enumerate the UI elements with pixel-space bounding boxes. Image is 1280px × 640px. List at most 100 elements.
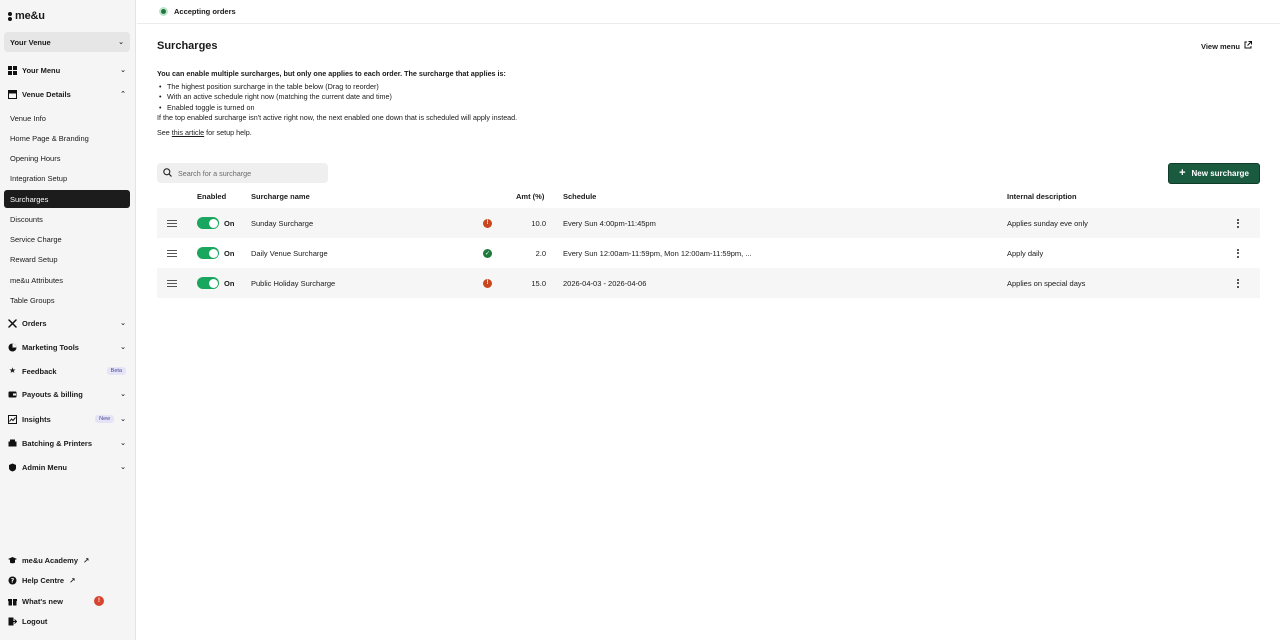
sidebar-item-label: Feedback <box>22 366 57 376</box>
drag-handle[interactable] <box>167 268 177 298</box>
wallet-icon <box>8 390 17 399</box>
info-see: See this article for setup help. <box>157 128 517 139</box>
brand-logo[interactable]: me&u <box>8 10 45 22</box>
trend-chart-icon <box>8 414 17 424</box>
drag-handle-icon <box>167 279 177 287</box>
table-row[interactable]: On Sunday Surcharge ! 10.0 Every Sun 4:0… <box>157 208 1260 238</box>
chevron-down-icon: ⌄ <box>118 39 124 46</box>
more-vertical-icon <box>1237 218 1239 228</box>
sidebar-item-label: Venue Details <box>22 89 71 99</box>
drag-handle[interactable] <box>167 208 177 238</box>
search-box[interactable] <box>157 163 328 183</box>
chevron-down-icon: ⌄ <box>120 391 126 398</box>
sidebar-item-discounts[interactable]: Discounts <box>4 210 130 228</box>
notification-badge: ! <box>93 596 104 606</box>
sidebar-item-label: Discounts <box>10 214 43 224</box>
sidebar-item-attributes[interactable]: me&u Attributes <box>4 271 130 289</box>
sidebar-item-feedback[interactable]: ★ Feedback Beta <box>4 362 130 380</box>
utensils-icon <box>8 318 17 328</box>
status-warning-icon: ! <box>483 268 492 298</box>
surcharge-amount: 15.0 <box>531 278 546 288</box>
sidebar-item-orders[interactable]: Orders ⌄ <box>4 314 130 332</box>
sidebar-item-reward-setup[interactable]: Reward Setup <box>4 250 130 268</box>
surcharge-description: Applies sunday eve only <box>1007 218 1088 228</box>
sidebar-item-label: Venue Info <box>10 113 46 123</box>
header-description: Internal description <box>1007 192 1077 201</box>
sidebar-item-admin-menu[interactable]: Admin Menu ⌄ <box>4 458 130 476</box>
drag-handle[interactable] <box>167 238 177 268</box>
sidebar-item-help-centre[interactable]: ? Help Centre ↗ <box>4 571 130 589</box>
surcharge-name: Sunday Surcharge <box>251 218 314 228</box>
sidebar-item-label: Integration Setup <box>10 173 68 183</box>
new-surcharge-button[interactable]: + New surcharge <box>1168 163 1260 184</box>
sidebar-item-insights[interactable]: Insights New ⌄ <box>4 410 130 428</box>
row-menu-button[interactable] <box>1237 238 1239 268</box>
surcharge-description: Applies on special days <box>1007 278 1086 288</box>
table-row[interactable]: On Daily Venue Surcharge ✓ 2.0 Every Sun… <box>157 238 1260 268</box>
help-circle-icon: ? <box>8 576 17 585</box>
surcharge-name: Daily Venue Surcharge <box>251 248 328 258</box>
chevron-down-icon: ⌄ <box>120 67 126 74</box>
sidebar-item-venue-info[interactable]: Venue Info <box>4 109 130 127</box>
toggle-switch[interactable] <box>197 217 219 229</box>
view-menu-label: View menu <box>1200 41 1240 51</box>
sidebar-item-whats-new[interactable]: What's new! <box>4 592 130 610</box>
sidebar-item-academy[interactable]: me&u Academy ↗ <box>4 551 130 569</box>
sidebar-item-integration-setup[interactable]: Integration Setup <box>4 169 130 187</box>
sidebar-item-table-groups[interactable]: Table Groups <box>4 291 130 309</box>
info-bullets: The highest position surcharge in the ta… <box>157 82 517 114</box>
graduation-cap-icon <box>8 556 17 565</box>
sidebar-item-service-charge[interactable]: Service Charge <box>4 230 130 248</box>
toggle-switch[interactable] <box>197 277 219 289</box>
sidebar-item-label: Help Centre <box>22 575 65 585</box>
sidebar-item-surcharges[interactable]: Surcharges <box>4 190 130 208</box>
pie-chart-icon <box>8 343 17 352</box>
top-status-bar: Accepting orders <box>137 0 1280 24</box>
info-lead: You can enable multiple surcharges, but … <box>157 69 506 78</box>
sidebar-item-label: Table Groups <box>10 295 55 305</box>
enabled-toggle[interactable]: On <box>197 268 234 298</box>
sidebar-item-batching-printers[interactable]: Batching & Printers ⌄ <box>4 434 130 452</box>
row-menu-button[interactable] <box>1237 208 1239 238</box>
row-menu-button[interactable] <box>1237 268 1239 298</box>
surcharge-schedule: Every Sun 4:00pm-11:45pm <box>563 218 656 228</box>
sidebar-item-your-menu[interactable]: Your Menu ⌄ <box>4 61 130 79</box>
svg-text:?: ? <box>11 577 15 584</box>
sidebar-item-payouts-billing[interactable]: Payouts & billing ⌄ <box>4 385 130 403</box>
article-link[interactable]: this article <box>172 128 204 137</box>
sidebar-item-marketing-tools[interactable]: Marketing Tools ⌄ <box>4 338 130 356</box>
sidebar-item-home-page-branding[interactable]: Home Page & Branding <box>4 129 130 147</box>
chevron-down-icon: ⌄ <box>120 320 126 327</box>
table-row[interactable]: On Public Holiday Surcharge ! 15.0 2026-… <box>157 268 1260 298</box>
sidebar-item-label: Your Menu <box>22 65 61 75</box>
sidebar-item-label: Logout <box>22 616 48 626</box>
new-badge: New <box>95 415 115 423</box>
sidebar-item-label: Opening Hours <box>10 153 61 163</box>
info-bullet: Enabled toggle is turned on <box>157 103 517 114</box>
see-prefix: See <box>157 127 170 137</box>
sidebar-item-logout[interactable]: Logout <box>4 612 130 630</box>
enabled-toggle[interactable]: On <box>197 208 234 238</box>
sidebar-item-venue-details[interactable]: Venue Details ⌃ <box>4 85 130 103</box>
sidebar-item-label: Insights <box>22 414 51 424</box>
toggle-switch[interactable] <box>197 247 219 259</box>
chevron-up-icon: ⌃ <box>120 91 126 98</box>
sidebar-item-label: Orders <box>22 318 47 328</box>
surcharge-amount: 10.0 <box>531 218 546 228</box>
gift-icon <box>8 597 17 606</box>
header-amt: Amt (%) <box>516 192 545 201</box>
order-status[interactable]: Accepting orders <box>174 7 236 16</box>
search-input[interactable] <box>178 168 318 178</box>
venue-select[interactable]: Your Venue ⌄ <box>4 32 130 52</box>
view-menu-link[interactable]: View menu <box>1201 41 1252 51</box>
header-enabled: Enabled <box>197 192 227 201</box>
chevron-down-icon: ⌄ <box>120 416 126 423</box>
toggle-label: On <box>224 278 235 288</box>
sidebar-item-opening-hours[interactable]: Opening Hours <box>4 149 130 167</box>
printer-icon <box>8 439 17 448</box>
status-check-icon: ✓ <box>483 248 492 258</box>
sidebar-item-label: Marketing Tools <box>22 342 79 352</box>
surcharge-description: Apply daily <box>1007 248 1044 258</box>
surcharge-amount: 2.0 <box>535 248 546 258</box>
enabled-toggle[interactable]: On <box>197 238 234 268</box>
